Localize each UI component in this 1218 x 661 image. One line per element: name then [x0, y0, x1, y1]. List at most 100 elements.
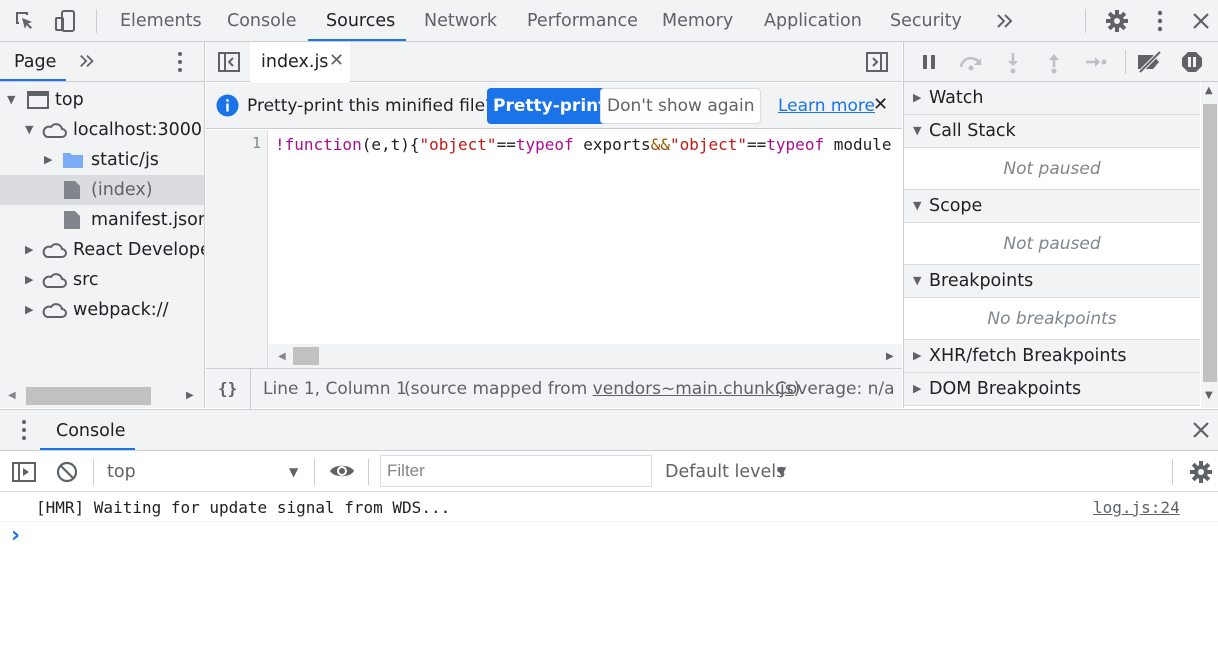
code-line[interactable]: !function(e,t){"object"==typeof exports&…: [275, 133, 901, 159]
scroll-right-icon[interactable]: ▶: [886, 351, 894, 362]
close-tab-icon[interactable]: ✕: [329, 42, 344, 80]
tree-item-static-js[interactable]: ▶ static/js: [0, 145, 204, 175]
line-number-gutter: 1: [206, 130, 268, 368]
toggle-debugger-icon[interactable]: [866, 52, 888, 72]
tab-application[interactable]: Application: [764, 0, 862, 41]
pane-title: DOM Breakpoints: [929, 379, 1082, 399]
scroll-right-icon[interactable]: ▶: [186, 390, 194, 401]
pause-on-exceptions-icon[interactable]: [1181, 51, 1203, 73]
tab-security[interactable]: Security: [890, 0, 962, 41]
code-token: "object": [669, 135, 748, 154]
step-out-icon[interactable]: [1046, 52, 1062, 74]
drawer-menu-icon[interactable]: [16, 419, 32, 441]
call-stack-pane-header[interactable]: ▼ Call Stack: [904, 115, 1200, 148]
drawer-tab-console[interactable]: Console: [56, 410, 125, 452]
dont-show-again-button[interactable]: Don't show again: [600, 88, 762, 124]
tab-page[interactable]: Page: [14, 42, 56, 82]
scope-status: Not paused: [904, 223, 1200, 265]
tree-item-label: static/js: [91, 150, 159, 170]
console-settings-gear-icon[interactable]: [1189, 460, 1213, 484]
tree-item-localhost[interactable]: ▼ localhost:3000: [0, 115, 204, 145]
dom-breakpoints-pane-header[interactable]: ▶ DOM Breakpoints: [904, 373, 1200, 406]
tab-network[interactable]: Network: [424, 0, 497, 41]
scroll-left-icon[interactable]: ◀: [278, 351, 286, 362]
console-prompt-area[interactable]: ›: [0, 522, 1218, 661]
tree-item-webpack[interactable]: ▶ webpack://: [0, 295, 204, 325]
collapsed-triangle-icon: ▶: [913, 382, 922, 395]
learn-more-link[interactable]: Learn more: [778, 83, 875, 129]
tab-console[interactable]: Console: [227, 0, 296, 41]
close-drawer-icon[interactable]: [1191, 420, 1211, 440]
scrollbar-thumb[interactable]: [1203, 104, 1217, 382]
pretty-print-button[interactable]: Pretty-print: [487, 88, 613, 124]
navigator-menu-icon[interactable]: [172, 51, 188, 73]
toolbar-divider: [96, 9, 97, 33]
breakpoints-pane-header[interactable]: ▼ Breakpoints: [904, 265, 1200, 298]
xhr-breakpoints-pane-header[interactable]: ▶ XHR/fetch Breakpoints: [904, 340, 1200, 373]
tree-item-react-devtools[interactable]: ▶ React Developer Tools: [0, 235, 204, 265]
format-braces-icon[interactable]: {}: [218, 369, 237, 409]
watch-pane-header[interactable]: ▶ Watch: [904, 82, 1200, 115]
device-toolbar-icon[interactable]: [54, 9, 78, 33]
tab-elements[interactable]: Elements: [120, 0, 202, 41]
tree-item-src[interactable]: ▶ src: [0, 265, 204, 295]
active-tab-indicator: [0, 79, 66, 81]
tab-memory[interactable]: Memory: [662, 0, 733, 41]
expanded-triangle-icon[interactable]: ▼: [25, 115, 33, 145]
code-token: exports: [573, 135, 651, 154]
collapsed-triangle-icon[interactable]: ▶: [25, 265, 33, 295]
cloud-icon: [41, 302, 67, 319]
tab-sources[interactable]: Sources: [326, 0, 395, 41]
deactivate-breakpoints-icon[interactable]: [1136, 51, 1164, 73]
more-tabs-icon[interactable]: [995, 11, 1015, 31]
live-expression-eye-icon[interactable]: [329, 462, 355, 480]
tree-item-label: localhost:3000: [73, 120, 202, 140]
collapsed-triangle-icon[interactable]: ▶: [25, 235, 33, 265]
customize-menu-icon[interactable]: [1150, 10, 1170, 32]
more-tabs-icon[interactable]: [78, 52, 96, 70]
toggle-navigator-icon[interactable]: [218, 52, 240, 72]
code-token: !function: [275, 135, 362, 154]
navigator-scrollbar[interactable]: ◀ ▶: [0, 382, 204, 408]
tab-performance[interactable]: Performance: [527, 0, 638, 41]
tree-item-top[interactable]: ▼ top: [0, 85, 204, 115]
context-selector[interactable]: top ▼: [96, 453, 308, 491]
scroll-up-icon[interactable]: ▲: [1205, 85, 1213, 96]
scope-pane-header[interactable]: ▼ Scope: [904, 190, 1200, 223]
collapsed-triangle-icon[interactable]: ▶: [25, 295, 33, 325]
step-into-icon[interactable]: [1005, 52, 1021, 74]
log-levels-dropdown[interactable]: Default levels ▼: [657, 453, 797, 491]
scrollbar-thumb[interactable]: [26, 387, 151, 405]
tree-item-index[interactable]: (index): [0, 175, 204, 205]
pause-icon[interactable]: [921, 54, 937, 70]
code-token: typeof: [515, 135, 574, 154]
tree-item-label: webpack://: [73, 300, 169, 320]
toolbar-divider: [1085, 9, 1086, 33]
pane-title: Breakpoints: [929, 271, 1034, 291]
pane-title: Call Stack: [929, 121, 1016, 141]
drawer-tab-bar: Console: [0, 409, 1218, 451]
collapsed-triangle-icon[interactable]: ▶: [44, 145, 52, 175]
tree-item-label: React Developer Tools: [73, 240, 204, 260]
tree-item-manifest[interactable]: manifest.json: [0, 205, 204, 235]
step-over-icon[interactable]: [958, 53, 984, 71]
close-devtools-icon[interactable]: [1191, 11, 1211, 31]
debugger-scrollbar[interactable]: ▲ ▼: [1201, 82, 1218, 408]
console-message-source-link[interactable]: log.js:24: [1093, 492, 1180, 524]
source-map-link[interactable]: vendors~main.chunk.js: [593, 379, 794, 399]
scroll-down-icon[interactable]: ▼: [1205, 390, 1213, 401]
console-message-text: [HMR] Waiting for update signal from WDS…: [36, 498, 451, 517]
clear-console-icon[interactable]: [56, 461, 78, 483]
step-icon[interactable]: [1085, 54, 1107, 70]
debugger-sidebar: ▶ Watch ▼ Call Stack Not paused ▼ Scope …: [903, 42, 1218, 408]
editor-scrollbar[interactable]: ◀ ▶: [268, 344, 902, 368]
editor-tab-index-js[interactable]: index.js ✕: [250, 42, 350, 82]
inspect-element-icon[interactable]: [14, 10, 36, 32]
expanded-triangle-icon[interactable]: ▼: [7, 85, 15, 115]
console-filter-input[interactable]: [380, 455, 652, 487]
close-infobar-icon[interactable]: ✕: [873, 83, 888, 127]
settings-gear-icon[interactable]: [1105, 9, 1129, 33]
scrollbar-thumb[interactable]: [293, 347, 319, 365]
show-sidebar-icon[interactable]: [12, 462, 36, 482]
scroll-left-icon[interactable]: ◀: [8, 390, 16, 401]
